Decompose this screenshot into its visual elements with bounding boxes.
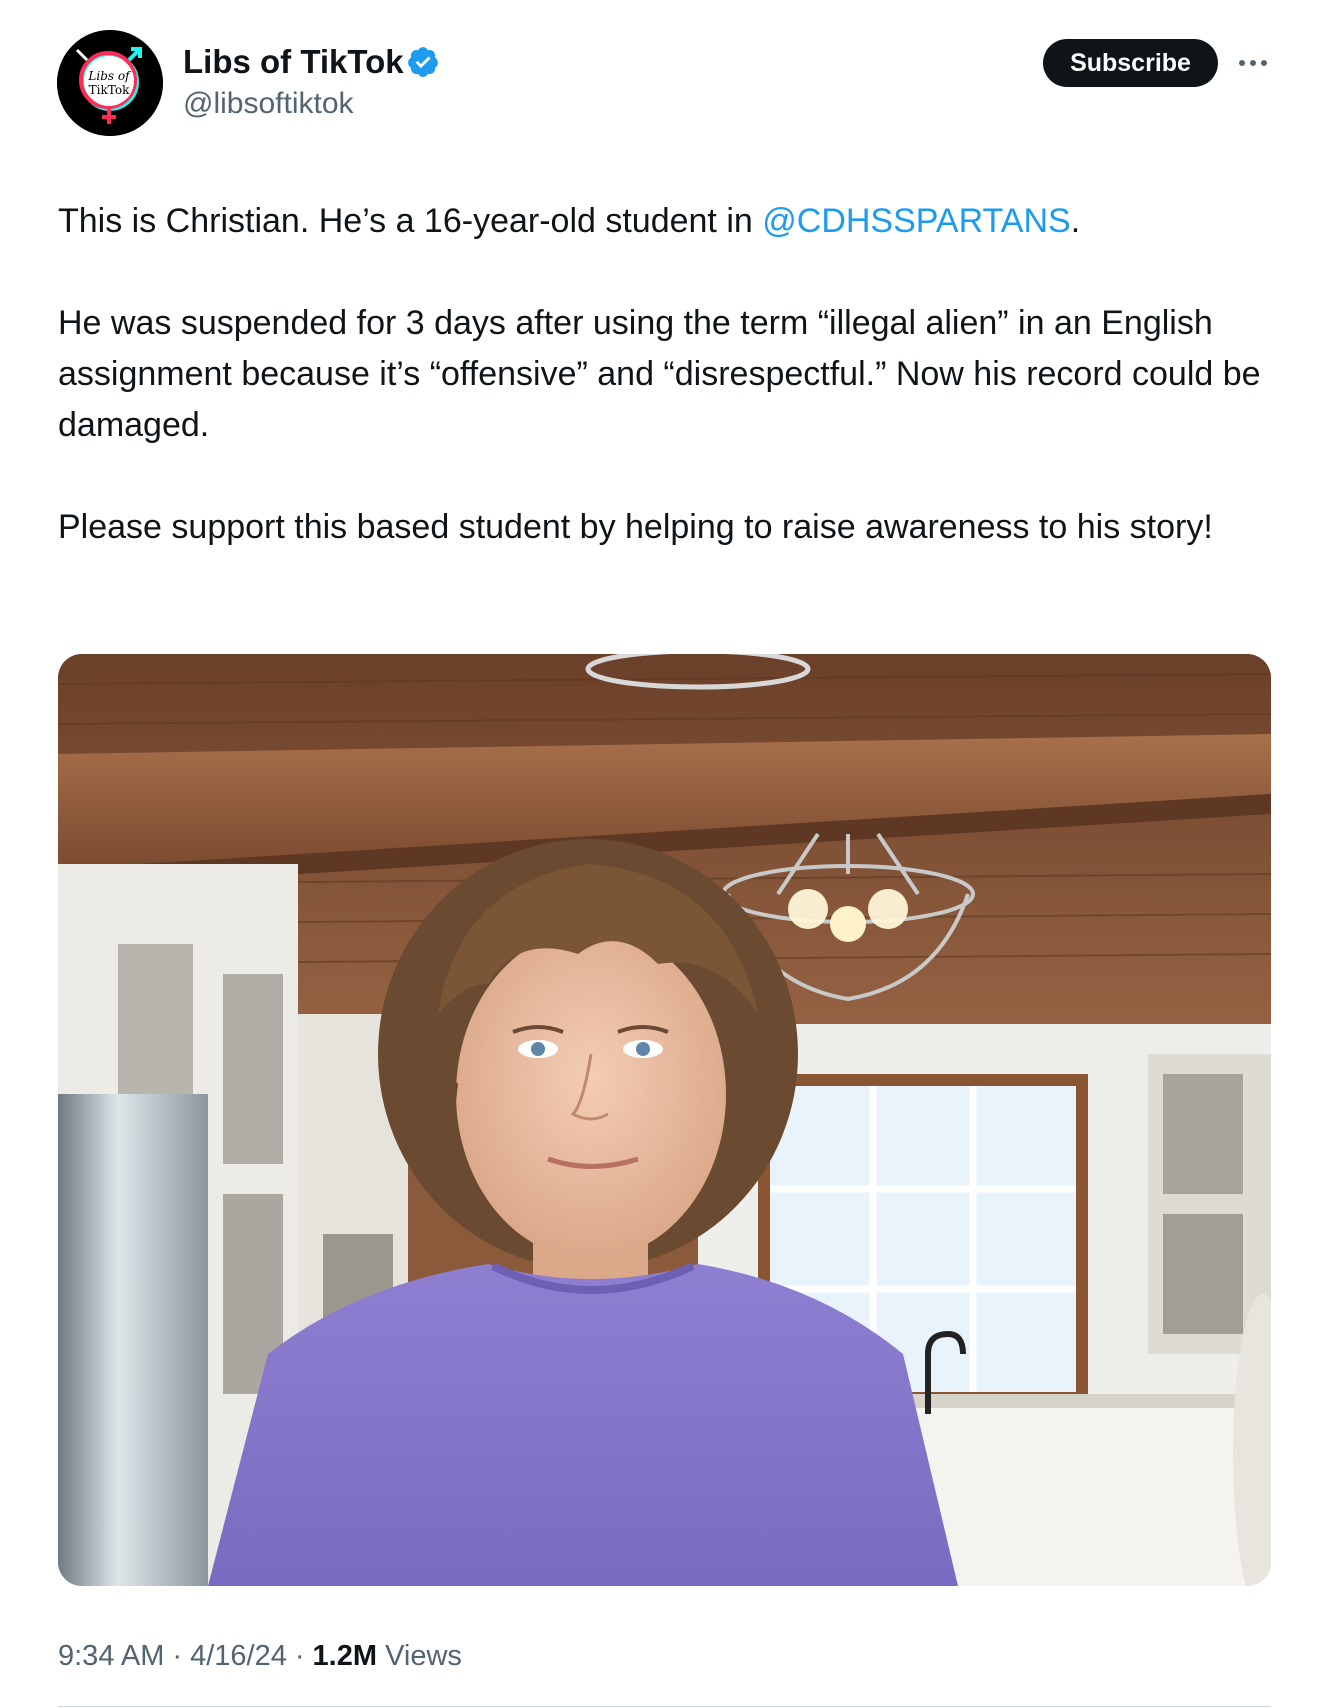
libs-of-tiktok-logo: Libs of TikTok [57, 30, 163, 136]
subscribe-button[interactable]: Subscribe [1043, 39, 1218, 87]
svg-text:Libs of: Libs of [87, 69, 132, 83]
tweet-paragraph-1-end: . [1070, 202, 1081, 240]
views-label: Views [385, 1640, 462, 1672]
tweet-date[interactable]: 4/16/24 [190, 1640, 287, 1672]
meta-separator: · [172, 1640, 183, 1672]
author-name[interactable]: Libs of TikTok [183, 40, 404, 84]
svg-text:TikTok: TikTok [89, 83, 130, 97]
tweet-meta: 9:34 AM · 4/16/24 · 1.2M Views [58, 1636, 462, 1676]
tweet-paragraph-1-start: This is Christian. He’s a 16-year-old st… [58, 202, 763, 240]
tweet-time[interactable]: 9:34 AM [58, 1640, 164, 1672]
avatar[interactable]: Libs of TikTok [57, 30, 163, 136]
tweet-text: This is Christian. He’s a 16-year-old st… [58, 196, 1288, 604]
tweet-paragraph-1: This is Christian. He’s a 16-year-old st… [58, 196, 1288, 247]
verified-badge-icon [408, 47, 438, 77]
photo-illustration [58, 654, 1271, 1586]
tweet-paragraph-3: Please support this based student by hel… [58, 508, 1213, 546]
meta-separator: · [294, 1640, 305, 1672]
mention-link[interactable]: @CDHSSPARTANS [762, 202, 1070, 240]
tweet-photo[interactable] [58, 654, 1271, 1586]
author-handle[interactable]: @libsoftiktok [183, 84, 354, 124]
views-count: 1.2M [312, 1640, 377, 1672]
more-icon[interactable] [1235, 46, 1271, 80]
divider [58, 1706, 1271, 1707]
tweet-paragraph-2: He was suspended for 3 days after using … [58, 304, 1261, 444]
